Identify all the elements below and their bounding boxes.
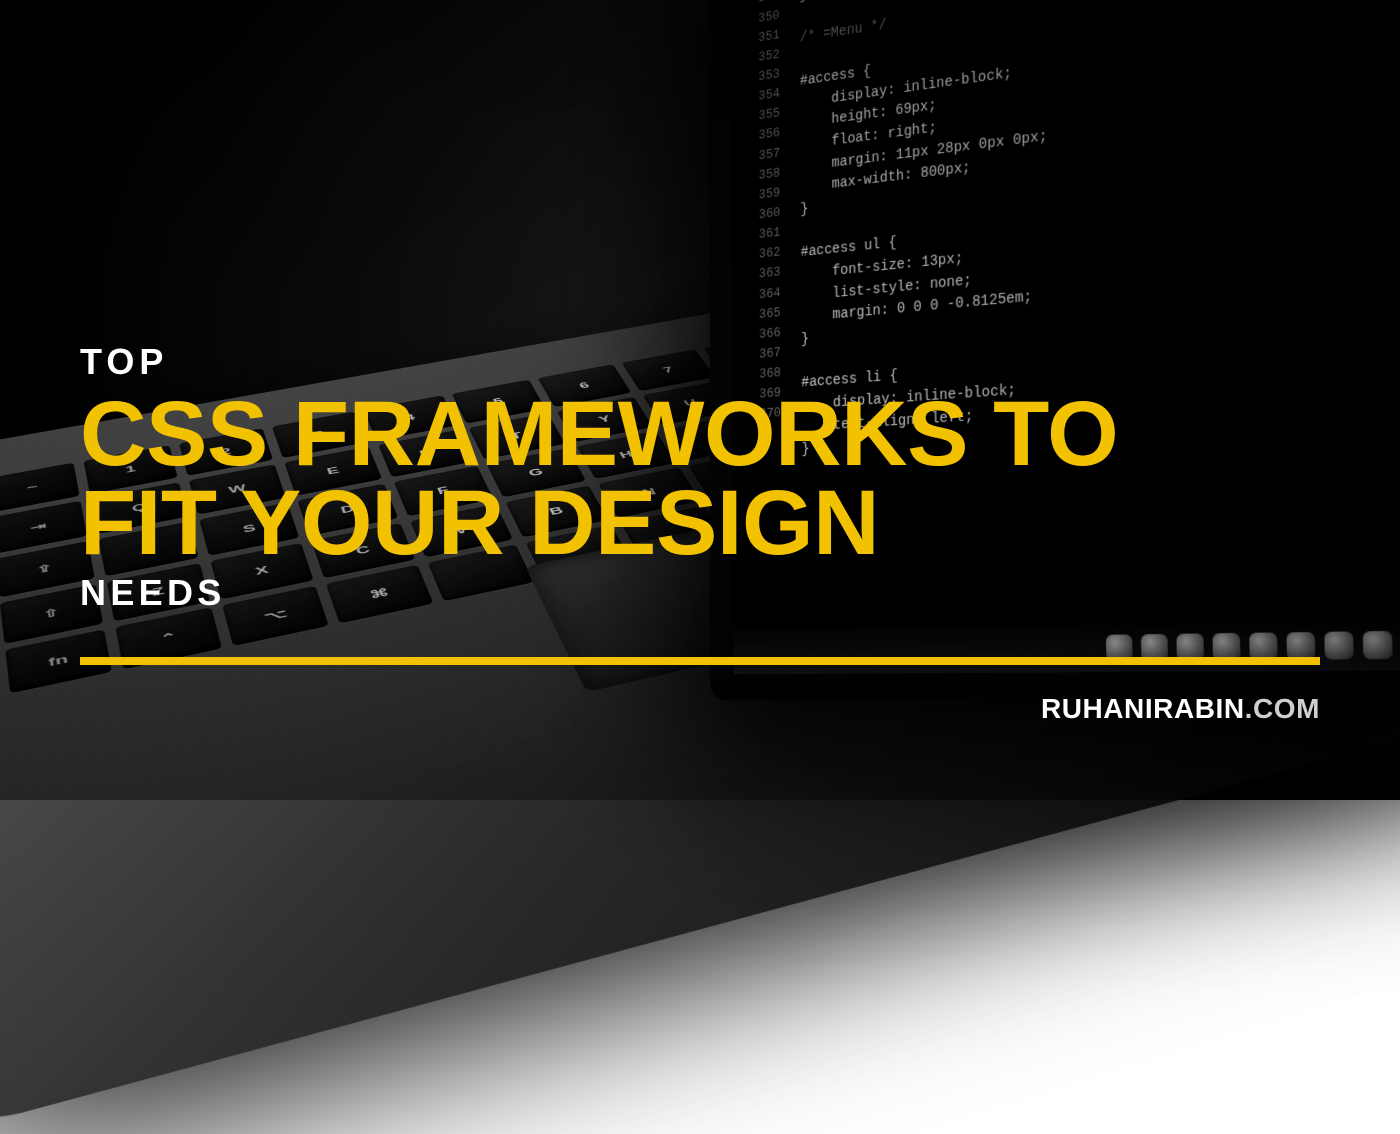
eyebrow-text: TOP (80, 344, 1320, 380)
brand-credit: RUHANIRABIN.COM (1041, 693, 1320, 725)
brand-tld: .COM (1245, 693, 1320, 724)
brand-name: RUHANIRABIN (1041, 693, 1245, 724)
subline-text: NEEDS (80, 575, 1320, 611)
headline-text: CSS FRAMEWORKS TO FIT YOUR DESIGN (80, 390, 1260, 567)
accent-rule (80, 657, 1320, 665)
hero-title-overlay: TOP CSS FRAMEWORKS TO FIT YOUR DESIGN NE… (0, 0, 1400, 800)
